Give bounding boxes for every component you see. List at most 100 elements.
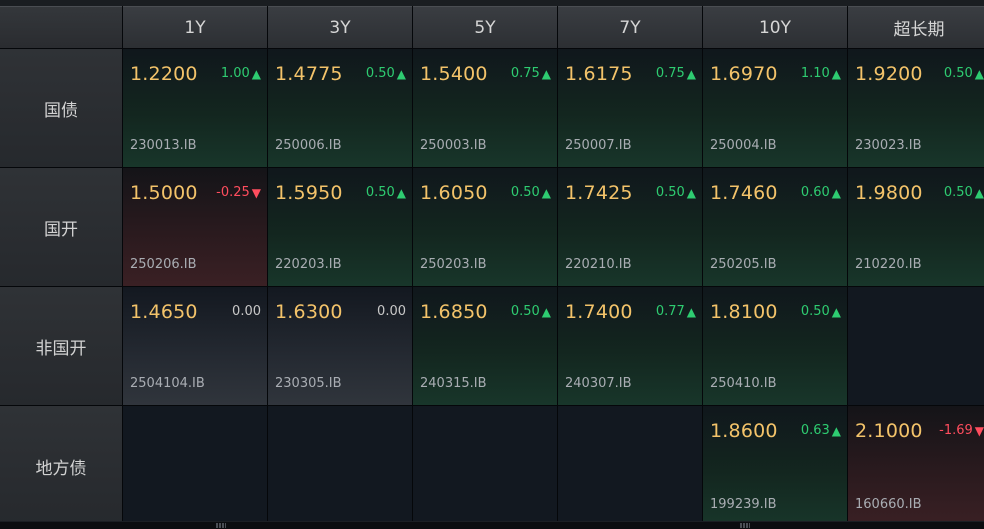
yield-rate: 1.4650 [130,301,198,323]
tenor-header[interactable]: 10Y [703,6,847,48]
bond-type-label: 国债 [0,49,122,167]
yield-rate: 1.4775 [275,63,343,85]
bond-type-label: 非国开 [0,287,122,405]
change-bp: 0.60 ▲ [801,185,841,200]
yield-rate: 1.9200 [855,63,923,85]
change-bp: 0.75 ▲ [511,66,551,81]
change-value: 0.50 [365,185,395,200]
quote-cell[interactable]: 1.6850 0.50 ▲ 240315.IB [413,287,557,405]
yield-rate: 1.6050 [420,182,488,204]
change-bp: 0.50 ▲ [511,185,551,200]
change-value: 0.50 [943,66,973,81]
quote-cell[interactable]: 1.4775 0.50 ▲ 250006.IB [268,49,412,167]
bond-code: 2504104.IB [130,376,205,391]
resize-grip-icon[interactable] [740,523,750,528]
quote-cell[interactable]: 1.7460 0.60 ▲ 250205.IB [703,168,847,286]
quote-cell[interactable]: 1.4650 0.00 2504104.IB [123,287,267,405]
up-triangle-icon: ▲ [974,66,984,81]
bond-code: 220203.IB [275,257,342,272]
change-value: 0.50 [510,185,540,200]
bond-code: 199239.IB [710,497,777,512]
change-value: 0.75 [510,66,540,81]
corner-header [0,6,122,48]
quote-cell[interactable]: 1.6970 1.10 ▲ 250004.IB [703,49,847,167]
quote-cell[interactable]: 1.8100 0.50 ▲ 250410.IB [703,287,847,405]
tenor-header[interactable]: 5Y [413,6,557,48]
change-bp: 0.50 ▲ [801,304,841,319]
change-value: -0.25 [216,185,250,200]
change-value: 0.63 [800,423,830,438]
empty-cell [123,406,267,526]
bond-type-label: 地方债 [0,406,122,526]
change-bp: 0.63 ▲ [801,423,841,438]
bond-code: 250006.IB [275,138,342,153]
up-triangle-icon: ▲ [686,304,696,319]
bond-yield-grid: 1Y 3Y 5Y 7Y 10Y 超长期 国债 1.2200 1.00 ▲ 230013.IB 1.47… [0,6,984,526]
quote-cell[interactable]: 2.1000 -1.69 ▼ 160660.IB [848,406,984,526]
up-triangle-icon: ▲ [251,66,261,81]
change-value: 0.50 [655,185,685,200]
down-triangle-icon: ▼ [251,185,261,200]
change-bp: 0.50 ▲ [511,304,551,319]
quote-cell[interactable]: 1.6050 0.50 ▲ 250203.IB [413,168,557,286]
change-value: 0.50 [365,66,395,81]
quote-cell[interactable]: 1.8600 0.63 ▲ 199239.IB [703,406,847,526]
yield-rate: 1.6300 [275,301,343,323]
change-bp: 0.50 ▲ [944,66,984,81]
change-value: 0.75 [655,66,685,81]
yield-rate: 1.7425 [565,182,633,204]
yield-rate: 1.2200 [130,63,198,85]
yield-rate: 1.8600 [710,420,778,442]
change-bp: 0.50 ▲ [944,185,984,200]
yield-rate: 1.6970 [710,63,778,85]
down-triangle-icon: ▼ [974,423,984,438]
bottom-bar [0,521,984,529]
bond-code: 250007.IB [565,138,632,153]
resize-grip-icon[interactable] [216,523,226,528]
change-bp: 0.00 [232,304,261,319]
tenor-header[interactable]: 超长期 [848,6,984,48]
change-bp: 0.50 ▲ [366,185,406,200]
change-value: 0.50 [943,185,973,200]
quote-cell[interactable]: 1.2200 1.00 ▲ 230013.IB [123,49,267,167]
change-value: 0.00 [377,304,406,319]
up-triangle-icon: ▲ [396,66,406,81]
bond-code: 250003.IB [420,138,487,153]
tenor-header[interactable]: 7Y [558,6,702,48]
empty-cell [558,406,702,526]
quote-cell[interactable]: 1.6300 0.00 230305.IB [268,287,412,405]
up-triangle-icon: ▲ [831,304,841,319]
bond-code: 240307.IB [565,376,632,391]
change-value: 0.77 [655,304,685,319]
bond-code: 250410.IB [710,376,777,391]
quote-cell[interactable]: 1.5400 0.75 ▲ 250003.IB [413,49,557,167]
change-value: -1.69 [939,423,973,438]
quote-cell[interactable]: 1.5000 -0.25 ▼ 250206.IB [123,168,267,286]
change-value: 0.60 [800,185,830,200]
up-triangle-icon: ▲ [541,66,551,81]
change-value: 1.10 [800,66,830,81]
tenor-header[interactable]: 3Y [268,6,412,48]
yield-rate: 1.7460 [710,182,778,204]
quote-cell[interactable]: 1.7400 0.77 ▲ 240307.IB [558,287,702,405]
bond-code: 240315.IB [420,376,487,391]
yield-rate: 1.8100 [710,301,778,323]
change-value: 1.00 [220,66,250,81]
yield-rate: 1.6850 [420,301,488,323]
quote-cell[interactable]: 1.5950 0.50 ▲ 220203.IB [268,168,412,286]
quote-cell[interactable]: 1.9200 0.50 ▲ 230023.IB [848,49,984,167]
bond-code: 250203.IB [420,257,487,272]
change-bp: 0.00 [377,304,406,319]
up-triangle-icon: ▲ [974,185,984,200]
up-triangle-icon: ▲ [541,304,551,319]
quote-cell[interactable]: 1.6175 0.75 ▲ 250007.IB [558,49,702,167]
change-bp: 0.50 ▲ [366,66,406,81]
change-bp: 0.75 ▲ [656,66,696,81]
tenor-header[interactable]: 1Y [123,6,267,48]
up-triangle-icon: ▲ [831,66,841,81]
bond-code: 210220.IB [855,257,922,272]
yield-rate: 1.9800 [855,182,923,204]
quote-cell[interactable]: 1.7425 0.50 ▲ 220210.IB [558,168,702,286]
quote-cell[interactable]: 1.9800 0.50 ▲ 210220.IB [848,168,984,286]
bond-code: 230305.IB [275,376,342,391]
